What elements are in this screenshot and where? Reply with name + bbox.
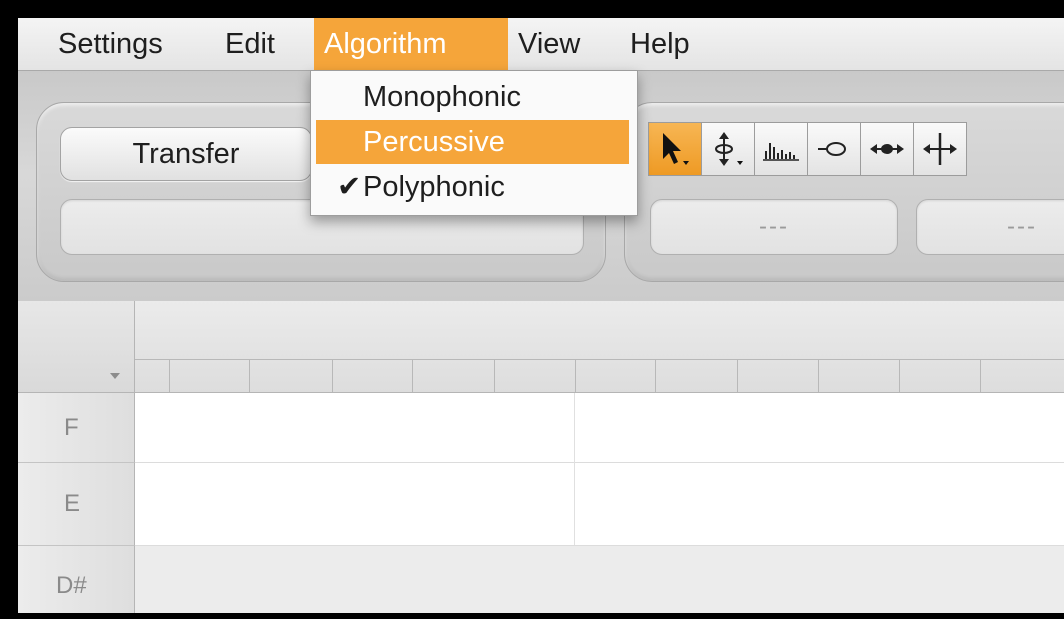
option-label: Percussive [363, 126, 505, 158]
ruler-tick [899, 359, 900, 392]
value-field-2[interactable]: --- [916, 199, 1064, 255]
amplitude-bars-icon [763, 143, 799, 161]
grid-row-f[interactable] [135, 393, 1064, 463]
menu-view[interactable]: View [508, 18, 590, 70]
menu-option-percussive[interactable]: Percussive [316, 120, 629, 164]
pitch-stretch-icon [715, 132, 743, 166]
ruler-tick [169, 359, 170, 392]
pitch-grid: F E D# [18, 301, 1064, 613]
ruler-tick [575, 359, 576, 392]
ruler-tick [412, 359, 413, 392]
algorithm-dropdown-menu: Monophonic Percussive ✔ Polyphonic [310, 70, 638, 216]
ruler-divider [135, 359, 1064, 360]
bar-line [574, 393, 575, 545]
grid-corner[interactable] [18, 301, 135, 393]
row-label-f: F [18, 393, 135, 463]
menu-option-monophonic[interactable]: Monophonic [311, 75, 637, 119]
pointer-tool[interactable] [648, 122, 702, 176]
app-window: Settings Edit Algorithm View Help Transf… [18, 18, 1064, 613]
menu-settings[interactable]: Settings [48, 18, 173, 70]
grid-row-d-sharp[interactable] [135, 546, 1064, 613]
menu-option-polyphonic[interactable]: ✔ Polyphonic [311, 165, 637, 209]
time-stretch-icon [870, 144, 904, 154]
note-tool[interactable] [807, 122, 861, 176]
split-icon [923, 133, 957, 165]
grid-row-e[interactable] [135, 463, 1064, 546]
pointer-icon [663, 133, 689, 165]
row-label-d-sharp: D# [18, 546, 135, 613]
ruler-tick [332, 359, 333, 392]
ruler-tick [249, 359, 250, 392]
tool-strip [648, 122, 967, 176]
note-blob-icon [818, 142, 846, 156]
amplitude-tool[interactable] [754, 122, 808, 176]
menu-edit[interactable]: Edit [215, 18, 285, 70]
menu-bar: Settings Edit Algorithm View Help [18, 18, 1064, 71]
corner-dropdown-icon[interactable] [110, 373, 120, 379]
transfer-button[interactable]: Transfer [60, 127, 312, 181]
time-stretch-tool[interactable] [860, 122, 914, 176]
row-label-e: E [18, 463, 135, 546]
ruler-tick [818, 359, 819, 392]
ruler-tick [980, 359, 981, 392]
option-label: Monophonic [363, 81, 521, 113]
split-tool[interactable] [913, 122, 967, 176]
pitch-tool[interactable] [701, 122, 755, 176]
value-field-1[interactable]: --- [650, 199, 898, 255]
menu-help[interactable]: Help [620, 18, 700, 70]
ruler-tick [737, 359, 738, 392]
ruler-tick [494, 359, 495, 392]
menu-algorithm[interactable]: Algorithm [314, 18, 508, 70]
time-ruler[interactable] [135, 301, 1064, 393]
ruler-tick [655, 359, 656, 392]
option-label: Polyphonic [363, 171, 505, 203]
checkmark-icon: ✔ [337, 171, 362, 203]
